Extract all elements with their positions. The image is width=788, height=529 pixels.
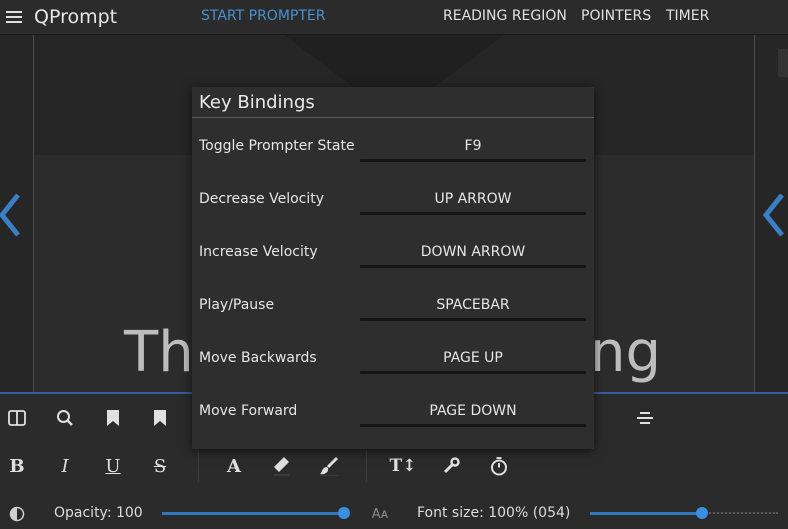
prompter-text-right: ng	[590, 320, 662, 385]
key-binding-row: Increase Velocity DOWN ARROW	[192, 193, 594, 268]
font-size-slider-remaining[interactable]	[702, 512, 778, 514]
italic-icon[interactable]: I	[53, 454, 77, 478]
key-binding-value: PAGE DOWN	[429, 403, 517, 419]
brush-icon[interactable]	[317, 454, 341, 478]
text-height-icon[interactable]: T↕	[390, 454, 417, 478]
align-center-icon[interactable]	[633, 406, 657, 430]
font-size-slider-handle[interactable]	[696, 507, 708, 519]
hamburger-menu-icon[interactable]	[6, 8, 24, 26]
bookmark-next-icon[interactable]	[148, 406, 172, 430]
right-pointer-chevron-icon[interactable]	[760, 185, 788, 245]
key-binding-row: Play/Pause SPACEBAR	[192, 246, 594, 321]
key-binding-row: Move Forward PAGE DOWN	[192, 352, 594, 427]
bookmark-icon[interactable]	[101, 406, 125, 430]
pointers-button[interactable]: POINTERS	[581, 8, 651, 24]
left-pointer-chevron-icon[interactable]	[0, 185, 26, 245]
left-margin-line[interactable]	[33, 35, 34, 392]
toolbar-divider	[198, 450, 199, 482]
key-binding-row: Decrease Velocity UP ARROW	[192, 140, 594, 215]
columns-icon[interactable]	[5, 406, 29, 430]
font-size-slider-track[interactable]	[590, 512, 702, 515]
strikethrough-icon[interactable]: S	[148, 454, 172, 478]
app-title: QPrompt	[34, 6, 118, 28]
toolbar-divider	[366, 450, 367, 482]
bold-icon[interactable]: B	[5, 454, 29, 478]
key-binding-action: Move Forward	[199, 403, 298, 419]
scrollbar[interactable]	[778, 49, 788, 77]
contrast-icon[interactable]	[5, 502, 29, 526]
highlighter-icon[interactable]	[269, 454, 293, 478]
stopwatch-icon[interactable]	[487, 454, 511, 478]
opacity-label: Opacity: 100	[54, 505, 143, 521]
key-binding-row: Toggle Prompter State F9	[192, 87, 594, 162]
opacity-slider-handle[interactable]	[338, 507, 350, 519]
font-size-label: Font size: 100% (054)	[417, 505, 571, 521]
key-binding-button[interactable]: PAGE DOWN	[360, 392, 586, 427]
font-size-icon: Aᴀ	[371, 506, 389, 522]
right-margin-line[interactable]	[754, 35, 755, 392]
timer-button[interactable]: TIMER	[666, 8, 709, 24]
key-binding-row: Move Backwards PAGE UP	[192, 299, 594, 374]
start-prompter-button[interactable]: START PROMPTER	[201, 8, 325, 24]
opacity-slider-track[interactable]	[162, 512, 344, 515]
reading-region-button[interactable]: READING REGION	[443, 8, 567, 24]
reading-region-pointer-shape	[284, 35, 504, 95]
underline-icon[interactable]: U	[101, 454, 125, 478]
app-header: QPrompt START PROMPTER READING REGION PO…	[0, 0, 788, 35]
key-binding-underline	[360, 424, 586, 427]
wrench-icon[interactable]	[439, 454, 463, 478]
key-bindings-dialog: Key Bindings Toggle Prompter State F9 De…	[192, 87, 594, 449]
font-icon[interactable]: A	[222, 454, 246, 478]
prompter-text-left: Th	[124, 320, 194, 385]
search-icon[interactable]	[53, 406, 77, 430]
